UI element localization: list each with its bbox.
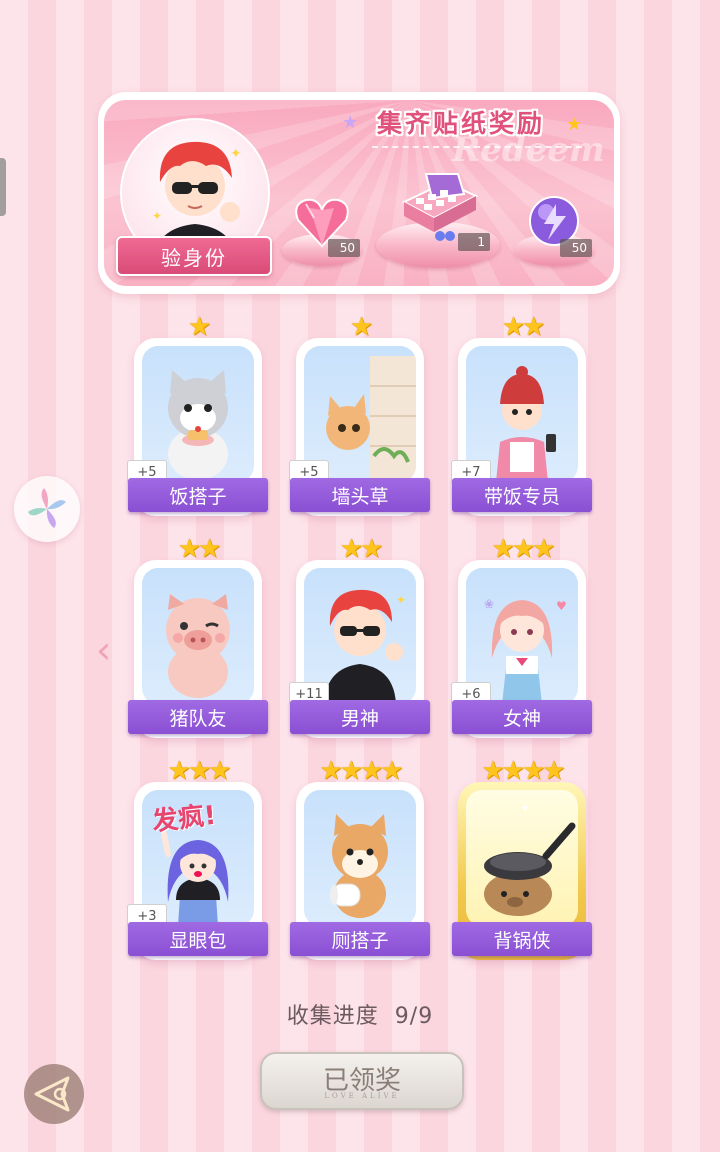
svg-text:♥: ♥	[556, 599, 567, 613]
sticker-card[interactable]: ★ +5 墙头草	[289, 314, 430, 516]
claimed-button[interactable]: 已领奖 LOVE ALIVE	[260, 1052, 464, 1110]
banner-divider	[372, 146, 582, 148]
sticker-card[interactable]: ★ +5 饭搭子	[127, 314, 268, 516]
star-rating: ★★	[339, 534, 384, 564]
svg-text:✦: ✦	[230, 146, 242, 162]
star-rating: ★★★	[491, 534, 556, 564]
shiba-toilet-paper-icon	[330, 814, 388, 918]
card-name: 饭搭子	[128, 478, 268, 512]
back-button[interactable]	[24, 1064, 84, 1124]
star-rating: ★★★★	[481, 756, 565, 786]
pinwheel-icon	[28, 488, 66, 528]
sticker-art: ✦	[466, 790, 578, 926]
star-rating: ★★★★	[319, 756, 403, 786]
star-rating: ★	[187, 312, 211, 342]
svg-text:✦: ✦	[520, 801, 530, 815]
card-name: 墙头草	[290, 478, 430, 512]
edge-handle[interactable]	[0, 158, 6, 216]
card-name: 猪队友	[128, 700, 268, 734]
sticker-card[interactable]: ★★★ ❀ ♥ +6 女神	[451, 536, 592, 738]
side-menu-button[interactable]	[14, 476, 80, 542]
banner-title: 集齐贴纸奖励	[376, 109, 545, 138]
sticker-card[interactable]: ★★ +7 带饭专员	[451, 314, 592, 516]
claimed-button-sublabel: LOVE ALIVE	[324, 1092, 400, 1100]
card-name: 厕搭子	[290, 922, 430, 956]
sticker-card[interactable]: ★★★★ ✦ 背锅侠	[452, 758, 592, 960]
progress-label: 收集进度	[286, 1004, 379, 1029]
star-rating: ★★	[501, 312, 546, 342]
capybara-pan-icon: ✦	[484, 801, 576, 916]
back-arrow-icon	[34, 1076, 70, 1112]
star-rating: ★★★	[167, 756, 232, 786]
sticker-art	[304, 790, 416, 926]
svg-text:✦: ✦	[152, 209, 162, 223]
star-icon: ★	[566, 114, 583, 135]
sticker-card[interactable]: ★★ 猪队友	[128, 536, 268, 738]
sticker-art	[142, 568, 254, 704]
star-rating: ★★	[177, 534, 222, 564]
reward-count: 1	[458, 233, 490, 251]
chevron-left-icon[interactable]: ‹	[96, 628, 111, 672]
progress-value: 9/9	[394, 1004, 434, 1029]
svg-text:❀: ❀	[484, 597, 494, 611]
reward-count: 50	[560, 239, 592, 257]
sticker-card[interactable]: ★★★★ 厕搭子	[290, 758, 430, 960]
verify-identity-button[interactable]: 验身份	[116, 236, 272, 276]
card-name: 显眼包	[128, 922, 268, 956]
card-name: 背锅侠	[452, 922, 592, 956]
sticker-card[interactable]: ★★★ 发疯! +3 显眼包	[127, 758, 268, 960]
card-name: 女神	[452, 700, 592, 734]
sticker-card[interactable]: ★★ ✦ +11 男神	[289, 536, 430, 738]
sticker-caption: 发疯!	[150, 800, 218, 838]
star-rating: ★	[349, 312, 373, 342]
pig-winking-icon	[166, 594, 230, 698]
card-name: 带饭专员	[452, 478, 592, 512]
svg-text:✦: ✦	[396, 593, 406, 607]
reward-count: 50	[328, 239, 360, 257]
gift-box-icon[interactable]	[398, 172, 482, 242]
collection-progress: 收集进度 9/9	[0, 998, 720, 1030]
card-name: 男神	[290, 700, 430, 734]
